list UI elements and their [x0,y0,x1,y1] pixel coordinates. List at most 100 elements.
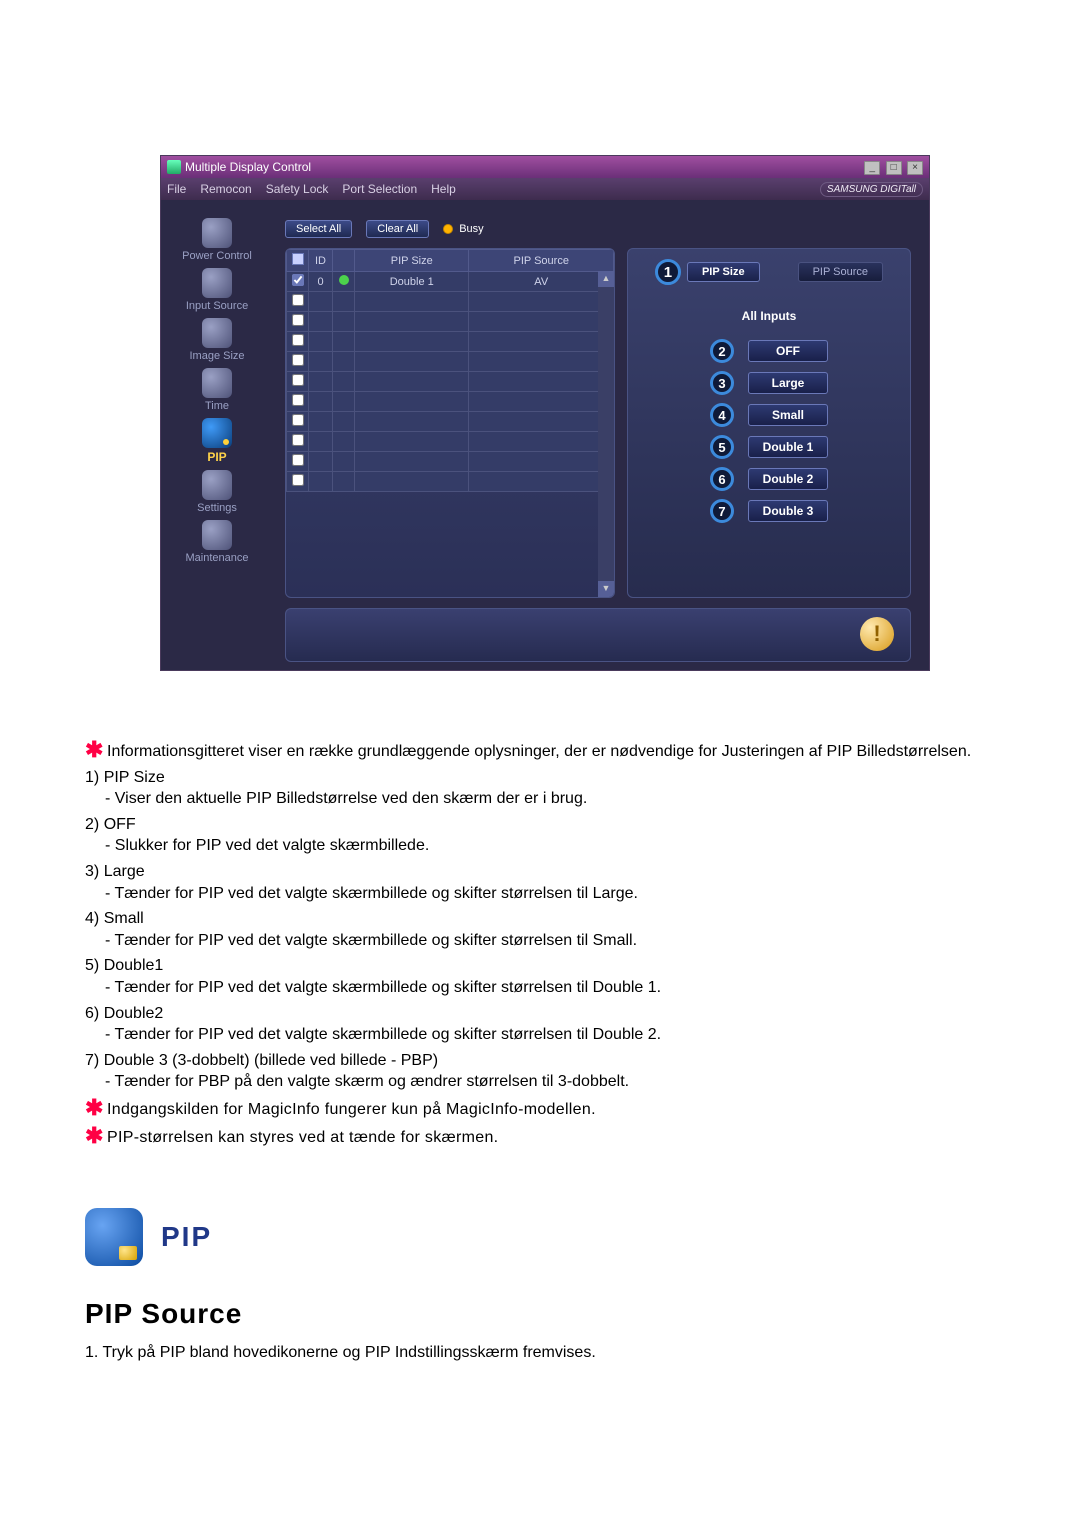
grid-row[interactable] [287,392,614,412]
minimize-button[interactable]: _ [864,161,880,175]
row-checkbox[interactable] [292,274,304,286]
grid-row[interactable] [287,432,614,452]
large-button[interactable]: Large [748,372,828,394]
tab-pip-size[interactable]: PIP Size [687,262,760,282]
nav-time[interactable]: Time [161,368,273,412]
maintenance-icon [202,520,232,550]
menu-file[interactable]: File [167,182,186,196]
row-id: 0 [309,272,333,292]
busy-dot-icon [443,224,453,234]
row-pip-source: AV [469,272,614,292]
pip-section-icon [85,1208,143,1266]
grid-row[interactable] [287,292,614,312]
maximize-button[interactable]: □ [886,161,902,175]
nav-settings[interactable]: Settings [161,470,273,514]
grid-header-pip-size[interactable]: PIP Size [355,250,469,272]
row-checkbox[interactable] [292,354,304,366]
off-button[interactable]: OFF [748,340,828,362]
time-icon [202,368,232,398]
pip-section: PIP PIP Source 1. Tryk på PIP bland hove… [85,1208,995,1362]
marker-5-icon: 5 [710,435,734,459]
grid-row[interactable] [287,452,614,472]
pip-source-heading: PIP Source [85,1298,995,1330]
marker-1-icon: 1 [655,259,681,285]
pip-section-title: PIP [161,1221,212,1253]
grid-row[interactable] [287,312,614,332]
row-checkbox[interactable] [292,374,304,386]
row-checkbox[interactable] [292,334,304,346]
row-checkbox[interactable] [292,454,304,466]
scroll-track[interactable] [598,287,614,581]
menu-bar: File Remocon Safety Lock Port Selection … [161,178,929,200]
nav-input-source[interactable]: Input Source [161,268,273,312]
scroll-up-icon[interactable]: ▲ [598,271,614,287]
image-size-icon [202,318,232,348]
grid-row[interactable] [287,472,614,492]
grid-scrollbar[interactable]: ▲ ▼ [598,271,614,597]
star-icon: ✱ [85,741,107,759]
app-window: Multiple Display Control _ □ × File Remo… [160,155,930,671]
nav-label: Input Source [161,300,273,312]
scroll-down-icon[interactable]: ▼ [598,581,614,597]
clear-all-button[interactable]: Clear All [366,220,429,238]
row-checkbox[interactable] [292,314,304,326]
row-checkbox[interactable] [292,414,304,426]
warning-icon: ! [860,617,894,651]
notice-strip: ! [285,608,911,662]
grid-row[interactable] [287,352,614,372]
menu-port-selection[interactable]: Port Selection [342,182,417,196]
marker-3-icon: 3 [710,371,734,395]
nav-label: Settings [161,502,273,514]
double3-button[interactable]: Double 3 [748,500,828,522]
nav-maintenance[interactable]: Maintenance [161,520,273,564]
nav-power-control[interactable]: Power Control [161,218,273,262]
nav-label: Power Control [161,250,273,262]
grid-header-pip-source[interactable]: PIP Source [469,250,614,272]
info-grid-text: Informationsgitteret viser en række grun… [107,741,971,763]
star-icon: ✱ [85,1099,107,1117]
display-grid: ID PIP Size PIP Source 0 Doub [285,248,615,598]
nav-pip[interactable]: PIP [161,418,273,464]
close-button[interactable]: × [907,161,923,175]
marker-4-icon: 4 [710,403,734,427]
settings-icon [202,470,232,500]
double2-button[interactable]: Double 2 [748,468,828,490]
window-title: Multiple Display Control [185,160,311,174]
description-list: 1) PIP Size - Viser den aktuelle PIP Bil… [85,767,995,1093]
busy-label: Busy [459,223,483,235]
select-all-button[interactable]: Select All [285,220,352,238]
tab-pip-source[interactable]: PIP Source [798,262,883,282]
row-checkbox[interactable] [292,474,304,486]
row-checkbox[interactable] [292,394,304,406]
nav-image-size[interactable]: Image Size [161,318,273,362]
pip-size-note: PIP-størrelsen kan styres ved at tænde f… [107,1127,498,1149]
grid-row[interactable] [287,332,614,352]
nav-label: Maintenance [161,552,273,564]
magicinfo-note: Indgangskilden for MagicInfo fungerer ku… [107,1099,596,1121]
row-checkbox[interactable] [292,434,304,446]
pip-source-step-1: 1. Tryk på PIP bland hovedikonerne og PI… [85,1344,995,1362]
grid-row[interactable]: 0 Double 1 AV [287,272,614,292]
small-button[interactable]: Small [748,404,828,426]
grid-header-id[interactable]: ID [309,250,333,272]
left-nav: Power Control Input Source Image Size Ti… [161,200,273,670]
all-inputs-label: All Inputs [742,309,797,323]
main-area: Select All Clear All Busy ID [273,200,929,670]
pip-options-panel: 1 PIP Size PIP Source All Inputs 2 OFF 3 [627,248,911,598]
star-icon: ✱ [85,1127,107,1145]
row-checkbox[interactable] [292,294,304,306]
busy-indicator: Busy [443,223,483,235]
grid-header-status[interactable] [333,250,355,272]
input-source-icon [202,268,232,298]
double1-button[interactable]: Double 1 [748,436,828,458]
grid-row[interactable] [287,412,614,432]
menu-help[interactable]: Help [431,182,456,196]
power-icon [202,218,232,248]
toolbar: Select All Clear All Busy [285,220,911,238]
status-dot-icon [339,275,349,285]
menu-safety-lock[interactable]: Safety Lock [266,182,329,196]
grid-row[interactable] [287,372,614,392]
grid-header-check[interactable] [287,250,309,272]
menu-remocon[interactable]: Remocon [200,182,251,196]
app-icon [167,160,181,174]
